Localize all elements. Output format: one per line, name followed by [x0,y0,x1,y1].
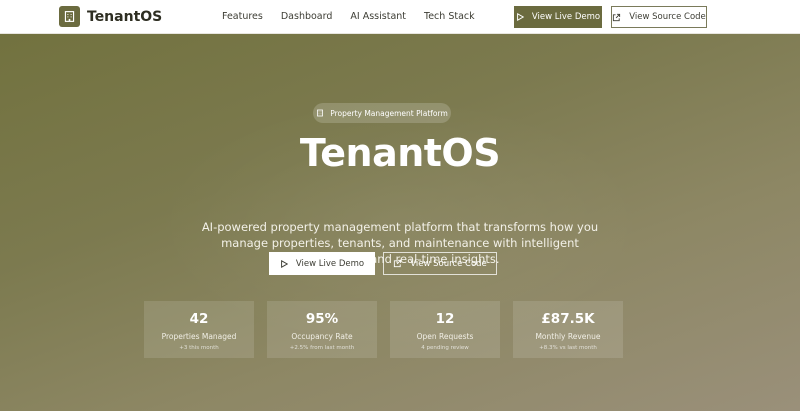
stat-label: Occupancy Rate [291,332,353,341]
stat-card-revenue: £87.5K Monthly Revenue +8.3% vs last mon… [513,301,623,358]
nav-link-tech-stack[interactable]: Tech Stack [424,11,475,22]
stat-value: 95% [305,311,339,327]
nav-live-demo-label: View Live Demo [531,12,601,22]
hero-source-code-label: View Source Code [410,258,487,269]
hero-live-demo-button[interactable]: View Live Demo [269,252,375,275]
play-icon [281,259,288,268]
navbar: TenantOS Features Dashboard AI Assistant… [0,0,800,34]
external-link-icon [613,13,621,21]
brand[interactable]: TenantOS [59,6,162,27]
stat-card-requests: 12 Open Requests 4 pending review [390,301,500,358]
external-link-icon [394,259,402,268]
stat-value: £87.5K [541,311,595,327]
stat-subtext: +8.3% vs last month [539,345,597,351]
nav-link-ai-assistant[interactable]: AI Assistant [350,11,406,22]
hero-live-demo-label: View Live Demo [295,258,365,269]
stat-label: Properties Managed [161,332,237,341]
nav-source-code-button[interactable]: View Source Code [611,6,707,28]
stat-card-occupancy: 95% Occupancy Rate +2.5% from last month [267,301,377,358]
stat-value: 12 [435,311,455,327]
hero-source-code-button[interactable]: View Source Code [383,252,497,275]
stat-label: Open Requests [416,332,474,341]
hero-badge-label: Property Management Platform [330,108,448,118]
nav-link-dashboard[interactable]: Dashboard [281,11,333,22]
stat-label: Monthly Revenue [535,332,601,341]
nav-link-features[interactable]: Features [222,11,263,22]
nav-live-demo-button[interactable]: View Live Demo [514,6,602,28]
stat-value: 42 [189,311,209,327]
play-icon [517,13,524,21]
building-icon [317,109,324,117]
stat-subtext: +2.5% from last month [289,345,355,351]
stat-card-properties: 42 Properties Managed +3 this month [144,301,254,358]
hero-title: TenantOS [299,131,501,175]
brand-name: TenantOS [87,8,163,25]
building-icon [59,6,80,27]
nav-source-code-label: View Source Code [629,12,706,22]
stats-row: 42 Properties Managed +3 this month 95% … [144,301,623,358]
nav-links: Features Dashboard AI Assistant Tech Sta… [222,11,493,22]
stat-subtext: +3 this month [179,345,219,351]
stat-subtext: 4 pending review [421,345,469,351]
hero-section: Property Management Platform TenantOS AI… [0,34,800,411]
hero-badge: Property Management Platform [313,103,451,123]
